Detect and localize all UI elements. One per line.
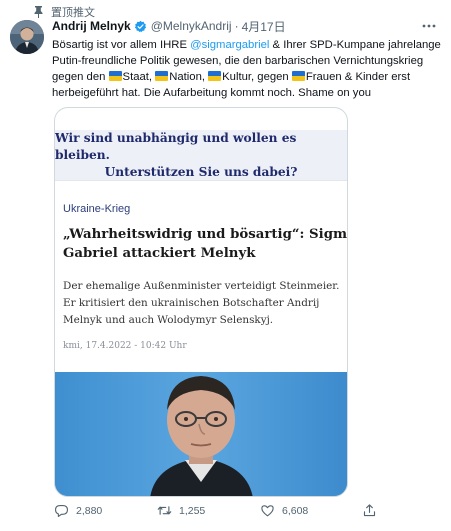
ukraine-flag-icon (291, 71, 305, 81)
reply-icon (55, 504, 68, 517)
card-kicker: Ukraine-Krieg (63, 203, 131, 215)
tweet-text-segment: Frauen & Kinder erst (305, 71, 411, 83)
retweet-icon (157, 506, 172, 515)
ukraine-flag-icon (155, 71, 169, 81)
headline-line: „Wahrheitswidrig und bösartig“: Sigmar (63, 227, 348, 242)
like-button[interactable]: 6,608 (260, 503, 308, 518)
lede-line: Der ehemalige Außenminister verteidigt S… (63, 280, 340, 292)
separator: · (234, 19, 239, 33)
ukraine-flag-icon (108, 71, 122, 81)
reply-button[interactable]: 2,880 (54, 503, 102, 518)
like-count: 6,608 (282, 504, 309, 517)
reply-count: 2,880 (76, 504, 103, 517)
share-button[interactable] (362, 503, 377, 518)
banner-line: Unterstützen Sie uns dabei? (104, 164, 298, 179)
card-photo (55, 372, 347, 496)
lede-line: Melnyk und auch Wolodymyr Selenskyj. (63, 314, 274, 326)
card-headline: „Wahrheitswidrig und bösartig“: Sigmar G… (63, 225, 348, 263)
headline-line: Gabriel attackiert Melnyk (63, 246, 256, 261)
link-card[interactable]: Wir sind unabhängig und wollen es bleibe… (54, 107, 348, 497)
timestamp[interactable]: 4月17日 (242, 18, 286, 35)
card-banner: Wir sind unabhängig und wollen es bleibe… (55, 130, 347, 180)
verified-icon (134, 20, 146, 32)
tweet-text-segment: Staat, (122, 71, 156, 83)
card-lede: Der ehemalige Außenminister verteidigt S… (63, 278, 343, 329)
display-name[interactable]: Andrij Melnyk (52, 19, 131, 33)
tweet-text-line: herbeigeführt hat. Die Aufarbeitung komm… (52, 87, 372, 99)
like-icon (261, 505, 274, 517)
card-dateline: kmi, 17.4.2022 - 10:42 Uhr (63, 341, 187, 351)
share-icon (363, 504, 376, 517)
mention-link[interactable]: @sigmargabriel (190, 39, 269, 51)
tweet-text-segment: & Ihrer SPD-Kumpane jahrelange (269, 39, 441, 51)
pinned-indicator: 置顶推文 (34, 5, 95, 19)
tweet-text: Bösartig ist vor allem IHRE @sigmargabri… (52, 37, 442, 101)
divider (55, 180, 347, 181)
retweet-count: 1,255 (179, 504, 206, 517)
handle[interactable]: @MelnykAndrij (151, 19, 232, 33)
tweet-header: Andrij Melnyk @MelnykAndrij · 4月17日 (52, 18, 451, 34)
banner-line: Wir sind unabhängig und wollen es bleibe… (55, 130, 297, 162)
tweet-text-segment: Bösartig ist vor allem IHRE (52, 39, 191, 51)
tweet-text-segment: Nation, (169, 71, 209, 83)
avatar[interactable] (10, 20, 44, 54)
tweet-text-line: Putin-freundliche Politik gewesen, die d… (52, 55, 424, 67)
pin-icon (34, 6, 43, 18)
tweet-actions: 2,880 1,255 6,608 (54, 503, 394, 523)
tweet-text-segment: Kultur, gegen (222, 71, 292, 83)
retweet-button[interactable]: 1,255 (157, 503, 205, 518)
ukraine-flag-icon (208, 71, 222, 81)
tweet-text-segment: gegen den (52, 71, 109, 83)
lede-line: Er kritisiert den ukrainischen Botschaft… (63, 297, 320, 309)
more-icon[interactable] (421, 20, 437, 32)
